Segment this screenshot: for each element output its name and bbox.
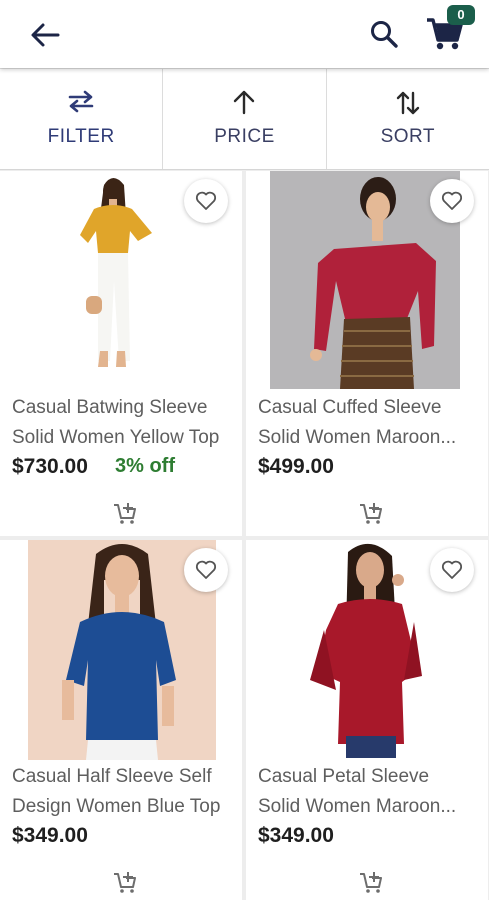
product-price: $349.00 (258, 824, 334, 847)
search-icon[interactable] (368, 18, 402, 52)
product-card[interactable]: Casual Petal Sleeve Solid Women Maroon..… (246, 540, 488, 900)
product-card[interactable]: Casual Batwing Sleeve Solid Women Yellow… (0, 171, 242, 536)
sort-button[interactable]: SORT (327, 69, 489, 169)
product-title-line2: Solid Women Maroon... (258, 427, 457, 448)
add-to-cart-icon[interactable] (358, 870, 384, 894)
product-card[interactable]: Casual Cuffed Sleeve Solid Women Maroon.… (246, 171, 488, 536)
product-price: $349.00 (12, 824, 88, 847)
filter-button[interactable]: FILTER (0, 69, 164, 169)
discount-label: 3% off (115, 455, 175, 477)
wishlist-button[interactable] (184, 179, 228, 223)
add-to-cart-icon[interactable] (358, 501, 384, 525)
wishlist-button[interactable] (184, 548, 228, 592)
cart-count-badge: 0 (447, 5, 475, 25)
sort-label: SORT (380, 126, 436, 147)
wishlist-button[interactable] (430, 179, 474, 223)
product-price: $499.00 (258, 455, 334, 478)
product-title: Casual Batwing Sleeve (12, 397, 208, 418)
heart-icon (441, 191, 463, 210)
app-bar: 0 (0, 0, 489, 68)
heart-icon (195, 191, 217, 210)
product-title-line2: Solid Women Maroon... (258, 796, 457, 817)
product-title: Casual Petal Sleeve (258, 766, 430, 787)
arrow-up-icon (234, 90, 255, 115)
filter-sort-bar: FILTER PRICE SORT (0, 68, 489, 170)
price-button[interactable]: PRICE (163, 69, 327, 169)
product-title: Casual Cuffed Sleeve (258, 397, 442, 418)
swap-arrows-icon (68, 90, 94, 113)
filter-label: FILTER (47, 126, 115, 147)
sort-arrows-icon (396, 91, 420, 115)
heart-icon (441, 560, 463, 579)
product-title: Casual Half Sleeve Self (12, 766, 212, 787)
wishlist-button[interactable] (430, 548, 474, 592)
product-price: $730.00 (12, 455, 88, 478)
add-to-cart-icon[interactable] (112, 870, 138, 894)
back-arrow-icon[interactable] (28, 20, 62, 50)
product-title-line2: Solid Women Yellow Top (12, 427, 220, 448)
product-card[interactable]: Casual Half Sleeve Self Design Women Blu… (0, 540, 242, 900)
product-title-line2: Design Women Blue Top (12, 796, 221, 817)
price-label: PRICE (214, 126, 275, 147)
heart-icon (195, 560, 217, 579)
add-to-cart-icon[interactable] (112, 501, 138, 525)
